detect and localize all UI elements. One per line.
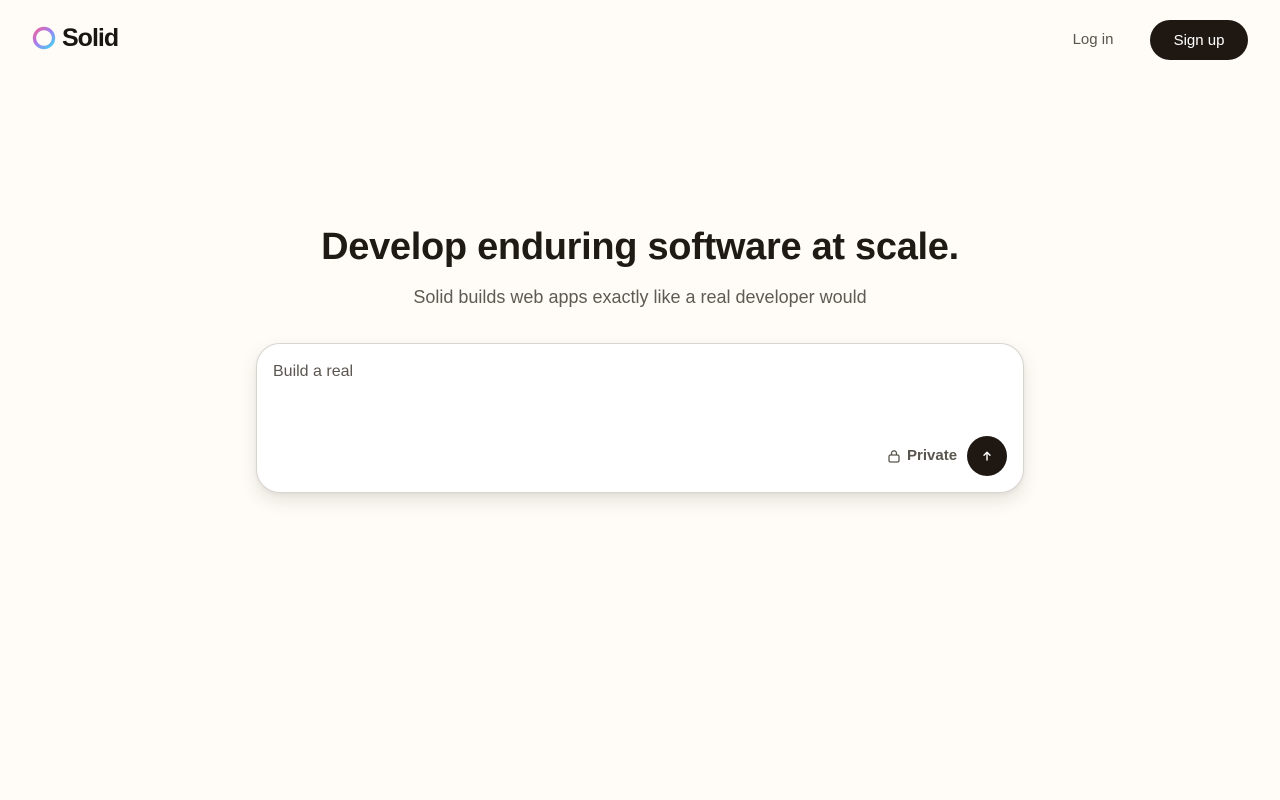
lock-icon bbox=[888, 450, 900, 463]
submit-button[interactable] bbox=[967, 436, 1007, 476]
page: Solid Log in Sign up Develop enduring so… bbox=[0, 0, 1280, 800]
brand-home-link[interactable]: Solid bbox=[32, 24, 119, 52]
brand-name: Solid bbox=[62, 24, 119, 52]
prompt-box: Build a real Private bbox=[256, 343, 1024, 493]
signup-button[interactable]: Sign up bbox=[1150, 20, 1248, 60]
login-link[interactable]: Log in bbox=[1060, 28, 1126, 52]
hero-subtitle: Solid builds web apps exactly like a rea… bbox=[413, 287, 867, 307]
private-toggle[interactable]: Private bbox=[887, 445, 957, 467]
private-label: Private bbox=[907, 447, 958, 464]
prompt-input[interactable]: Build a real bbox=[273, 360, 1009, 430]
solid-logo-icon bbox=[32, 26, 56, 50]
hero-title: Develop enduring software at scale. bbox=[321, 226, 959, 268]
arrow-up-icon bbox=[983, 451, 991, 461]
top-nav: Solid Log in Sign up bbox=[0, 0, 1280, 80]
